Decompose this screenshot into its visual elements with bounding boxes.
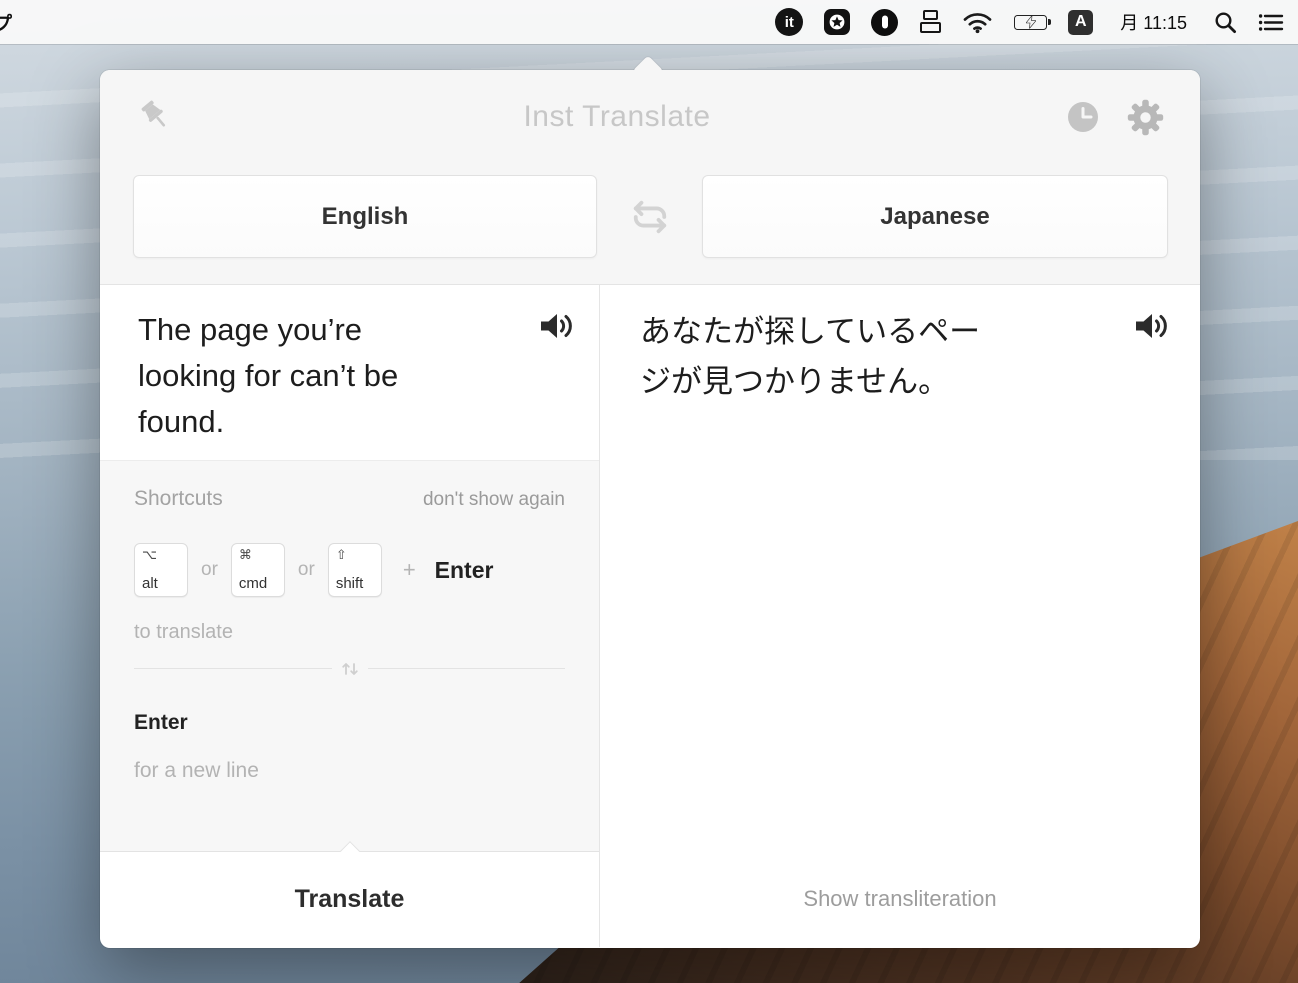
enter-key-label: Enter (434, 556, 494, 583)
show-transliteration-link[interactable]: Show transliteration (803, 886, 996, 912)
source-text-area[interactable]: The page you’re looking for can’t be fou… (100, 285, 599, 460)
source-text[interactable]: The page you’re looking for can’t be fou… (138, 307, 468, 445)
spotlight-menu-item[interactable] (1214, 11, 1237, 34)
shift-keycap: ⇧ shift (327, 543, 382, 597)
shortcuts-divider (134, 660, 565, 677)
target-language-button[interactable]: Japanese (702, 175, 1168, 258)
shift-key-label: shift (335, 575, 364, 592)
battery-charging-icon (1014, 14, 1052, 30)
inst-translate-icon: it (775, 8, 804, 36)
alt-key-glyph: ⌥ (142, 547, 157, 562)
speak-target-button[interactable] (1134, 311, 1172, 341)
inst-translate-menu-item[interactable]: it (775, 8, 804, 36)
header-actions (1056, 97, 1166, 138)
pin-button[interactable] (134, 96, 178, 138)
transliteration-bar: Show transliteration (600, 851, 1200, 947)
popover-title: Inst Translate (523, 100, 711, 133)
target-text-area: あなたが探しているページが見つかりません。 (600, 285, 1200, 851)
swap-languages-button[interactable] (627, 198, 673, 236)
source-language-button[interactable]: English (133, 175, 597, 258)
gear-icon (1127, 99, 1164, 135)
cmd-key-glyph: ⌘ (238, 547, 252, 562)
history-button[interactable] (1065, 99, 1101, 135)
alt-keycap: ⌥ alt (134, 543, 188, 597)
speaker-icon (1136, 314, 1167, 338)
swap-arrows-icon (633, 200, 666, 233)
wifi-icon (963, 12, 992, 33)
header-top: Inst Translate (100, 70, 1200, 138)
translate-button-label: Translate (294, 885, 405, 913)
popover-body: The page you’re looking for can’t be fou… (100, 285, 1200, 947)
dont-show-again-link[interactable]: don't show again (423, 489, 565, 511)
search-icon (1215, 11, 1237, 33)
battery-menu-item[interactable] (1014, 14, 1052, 30)
menu-bar: プ it A 月 11:15 (0, 0, 1298, 44)
star-app-menu-item[interactable] (824, 9, 851, 35)
swap-wrap (597, 198, 702, 236)
shortcuts-title: Shortcuts (134, 487, 223, 510)
settings-button[interactable] (1125, 97, 1166, 138)
translate-button[interactable]: Translate (100, 841, 599, 947)
list-icon (1258, 13, 1284, 31)
or-separator: or (297, 559, 315, 580)
onepassword-icon (871, 8, 899, 36)
cmd-key-label: cmd (238, 575, 268, 592)
shift-key-glyph: ⇧ (335, 547, 347, 562)
newline-hint: for a new line (134, 759, 259, 782)
shortcuts-panel: Shortcuts don't show again ⌥ alt or ⌘ cm… (100, 460, 599, 851)
popover-header: Inst Translate English Japanese (100, 70, 1200, 285)
app-menu-partial[interactable]: プ (0, 9, 12, 36)
plus-separator: + (402, 557, 416, 582)
input-source-icon: A (1068, 9, 1094, 35)
history-clock-icon (1068, 102, 1098, 132)
stacked-windows-icon (919, 10, 941, 34)
newline-enter-label: Enter (134, 711, 188, 734)
speaker-icon (541, 314, 572, 338)
pin-icon (141, 100, 166, 127)
shortcuts-head: Shortcuts don't show again (134, 487, 565, 511)
or-separator: or (201, 559, 218, 580)
menu-bar-clock[interactable]: 月 11:15 (1120, 9, 1187, 35)
translate-popover: Inst Translate English Japanese The page… (100, 55, 1200, 948)
speak-source-button[interactable] (539, 311, 577, 341)
input-source-menu-item[interactable]: A (1068, 9, 1094, 35)
window-manager-menu-item[interactable] (919, 10, 941, 34)
language-selector-row: English Japanese (133, 175, 1168, 258)
to-translate-hint: to translate (134, 621, 233, 643)
target-column: あなたが探しているページが見つかりません。 Show transliterati… (600, 285, 1200, 947)
newline-divider-icon (331, 660, 368, 677)
source-column: The page you’re looking for can’t be fou… (100, 285, 600, 947)
alt-key-label: alt (142, 575, 158, 592)
menu-bar-status-items: it A 月 11:15 (775, 0, 1298, 44)
wifi-menu-item[interactable] (962, 11, 993, 34)
notification-center-menu-item[interactable] (1258, 13, 1284, 32)
star-app-icon (824, 9, 851, 35)
cmd-keycap: ⌘ cmd (230, 543, 285, 597)
onepassword-menu-item[interactable] (871, 8, 899, 36)
shortcut-keys-row: ⌥ alt or ⌘ cmd or ⇧ shift + Enter (134, 543, 565, 597)
translated-text: あなたが探しているページが見つかりません。 (640, 314, 981, 399)
